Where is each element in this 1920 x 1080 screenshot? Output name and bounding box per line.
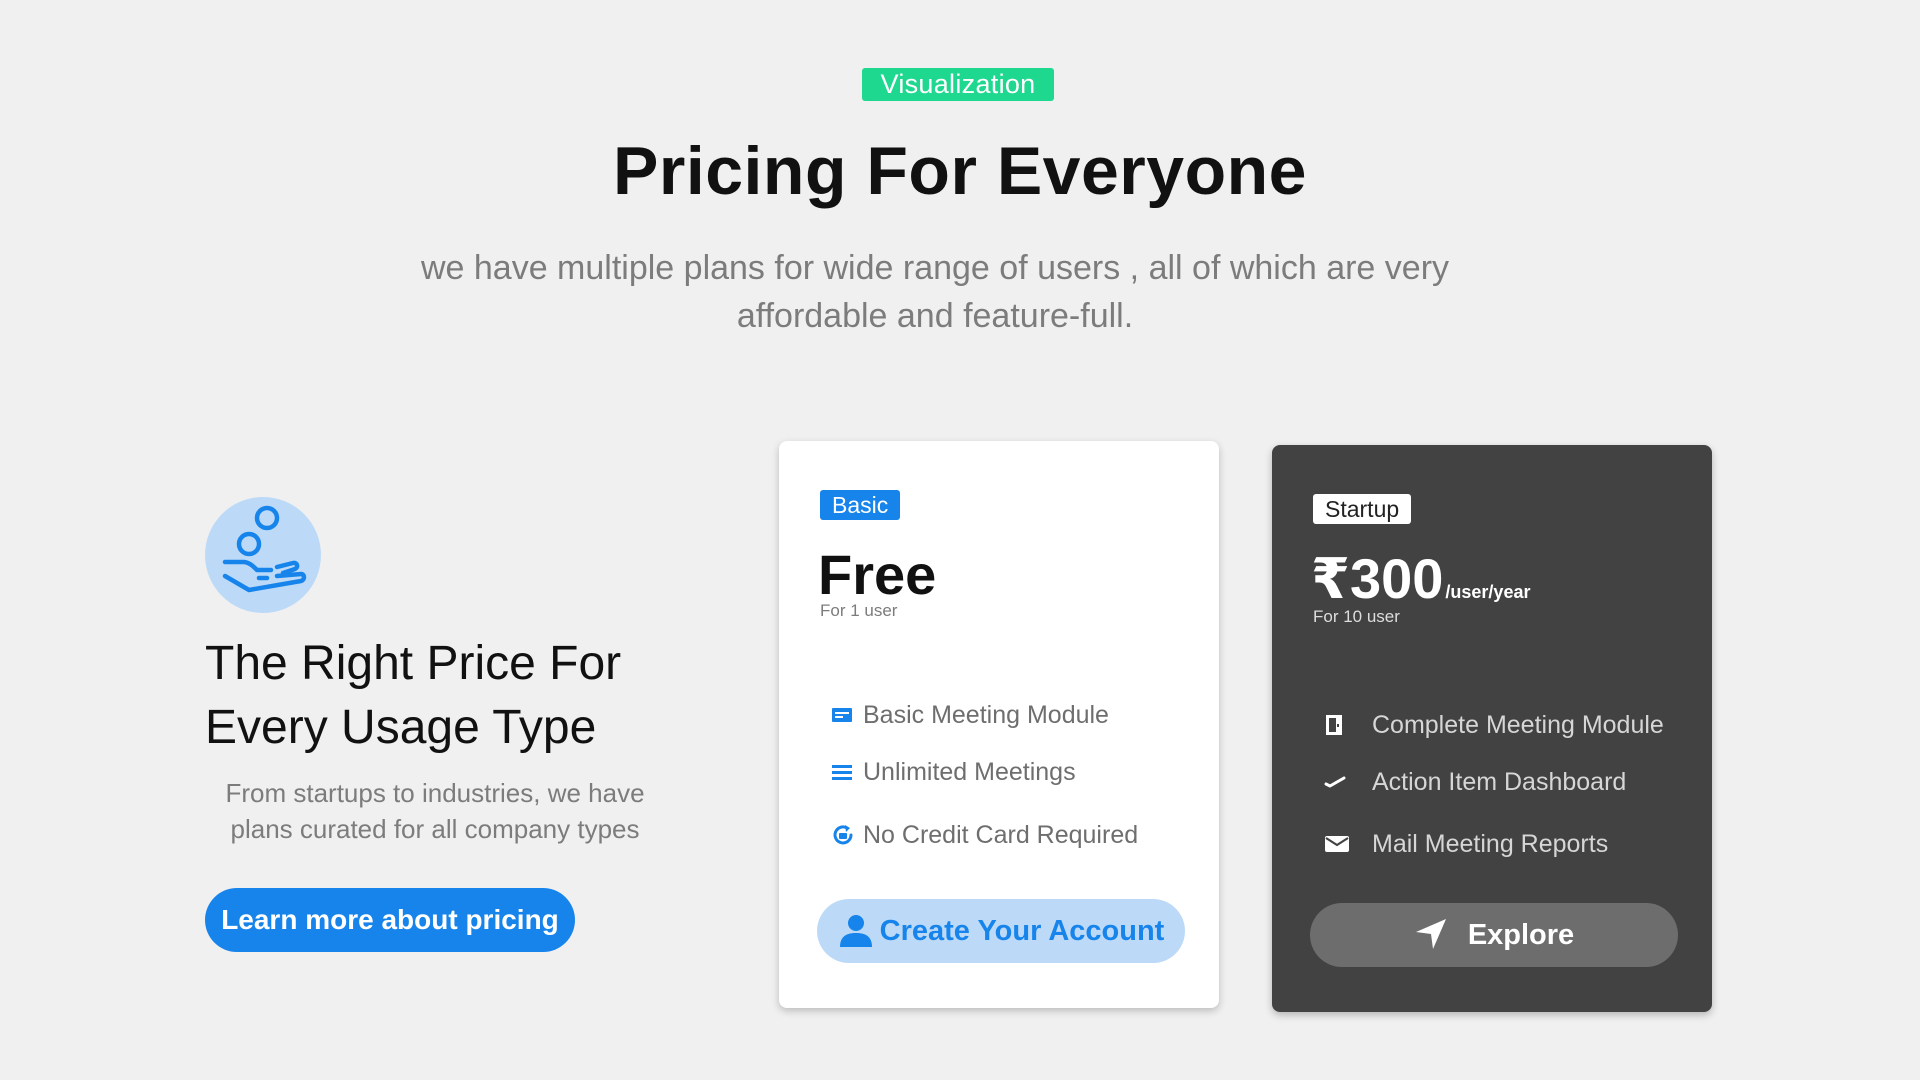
feature-label: Action Item Dashboard: [1372, 767, 1627, 796]
plan-tag: Basic: [820, 490, 901, 520]
navigation-arrow-icon: [1414, 917, 1448, 954]
feature-label: Mail Meeting Reports: [1372, 829, 1609, 858]
list-icon: [831, 757, 861, 787]
feature-label: Unlimited Meetings: [863, 757, 1076, 786]
plan-users: For 1 user: [820, 601, 898, 620]
feature-label: Basic Meeting Module: [863, 700, 1109, 729]
feature-item: Complete Meeting Module: [1324, 709, 1704, 741]
plan-price-amount: ₹300: [1311, 547, 1444, 610]
feature-item: Basic Meeting Module: [831, 699, 1211, 731]
plan-tag: Startup: [1313, 494, 1412, 524]
card-refresh-icon: [831, 820, 861, 850]
plan-users: For 10 user: [1313, 607, 1400, 626]
learn-more-pricing-button[interactable]: Learn more about pricing: [205, 888, 575, 952]
feature-item: No Credit Card Required: [831, 819, 1211, 851]
section-badge: Visualization: [862, 68, 1054, 101]
user-icon: [838, 912, 874, 951]
page-title: Pricing For Everyone: [613, 133, 1307, 209]
explore-button[interactable]: Explore: [1310, 903, 1678, 967]
plan-price: Free: [818, 543, 937, 606]
check-icon: [1324, 767, 1354, 797]
plan-card-startup: Startup ₹300/user/year For 10 user Compl…: [1272, 445, 1712, 1012]
intro-heading: The Right Price For Every Usage Type: [205, 637, 622, 754]
feature-item: Action Item Dashboard: [1324, 766, 1704, 798]
create-account-label: Create Your Account: [879, 914, 1165, 947]
create-account-button[interactable]: Create Your Account: [817, 899, 1185, 963]
intro-description: From startups to industries, we have pla…: [225, 778, 645, 844]
feature-label: No Credit Card Required: [863, 820, 1139, 849]
hand-coins-icon: [205, 497, 321, 613]
plan-card-basic: Basic Free For 1 user Basic Meeting Modu…: [779, 441, 1219, 1008]
mail-icon: [1324, 829, 1354, 859]
door-icon: [1324, 710, 1354, 740]
module-icon: [831, 700, 861, 730]
page-subtitle: we have multiple plans for wide range of…: [420, 249, 1450, 335]
feature-item: Mail Meeting Reports: [1324, 828, 1704, 860]
plan-price-period: /user/year: [1445, 582, 1531, 602]
feature-label: Complete Meeting Module: [1372, 710, 1664, 739]
feature-item: Unlimited Meetings: [831, 756, 1211, 788]
explore-label: Explore: [1467, 918, 1575, 951]
